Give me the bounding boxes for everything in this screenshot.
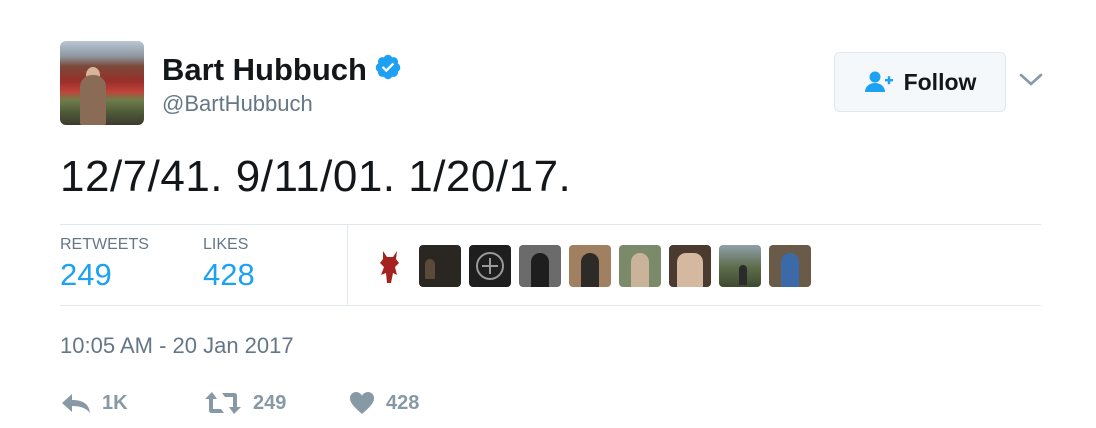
liker-avatar-person-2[interactable] (569, 245, 611, 287)
stats-divider (347, 225, 348, 305)
retweets-label: RETWEETS (60, 236, 149, 253)
profile-avatar[interactable] (60, 41, 144, 125)
likers-avatars (369, 245, 811, 287)
reply-count: 1K (102, 391, 128, 414)
verified-badge-icon (375, 54, 401, 80)
dark-logo-icon (476, 252, 504, 280)
chevron-down-icon[interactable] (1018, 70, 1044, 90)
liker-figure (677, 253, 703, 287)
like-count: 428 (386, 391, 420, 414)
liker-figure (531, 253, 549, 287)
liker-avatar-red-devil-logo[interactable] (369, 245, 411, 287)
like-button[interactable]: 428 (348, 390, 419, 416)
liker-avatar-landscape[interactable] (719, 245, 761, 287)
user-handle[interactable]: @BartHubbuch (162, 91, 313, 117)
retweet-count: 249 (253, 391, 287, 414)
divider (60, 305, 1041, 306)
liker-avatar-person-hat[interactable] (619, 245, 661, 287)
likes-label: LIKES (203, 236, 249, 253)
user-display-name[interactable]: Bart Hubbuch (162, 52, 367, 88)
likes-stat[interactable]: LIKES 428 (203, 236, 255, 293)
reply-button[interactable]: 1K (60, 391, 203, 415)
red-devil-logo-icon (380, 251, 399, 283)
liker-avatar-person-4[interactable] (769, 245, 811, 287)
liker-avatar-person-1[interactable] (519, 245, 561, 287)
avatar-body (80, 75, 106, 125)
add-user-icon (864, 71, 893, 92)
retweet-button[interactable]: 249 (203, 390, 348, 416)
retweets-stat[interactable]: RETWEETS 249 (60, 236, 149, 293)
liker-figure (581, 253, 599, 287)
reply-icon (62, 394, 90, 413)
liker-avatar-dark-logo[interactable] (469, 245, 511, 287)
divider (60, 224, 1041, 225)
follow-button[interactable]: Follow (834, 52, 1006, 112)
retweet-icon (205, 392, 241, 414)
tweet-actions: 1K 249 428 (60, 390, 419, 416)
heart-icon (350, 392, 374, 414)
liker-figure (631, 253, 649, 287)
retweets-value: 249 (60, 257, 112, 292)
likes-value: 428 (203, 257, 255, 292)
liker-avatar-person-3[interactable] (669, 245, 711, 287)
liker-figure (425, 259, 435, 279)
tweet-text: 12/7/41. 9/11/01. 1/20/17. (60, 152, 572, 201)
tweet-timestamp[interactable]: 10:05 AM - 20 Jan 2017 (60, 333, 294, 359)
liker-figure (781, 253, 799, 287)
follow-button-label: Follow (903, 68, 977, 95)
liker-avatar-dark-photo[interactable] (419, 245, 461, 287)
liker-figure (739, 265, 747, 285)
